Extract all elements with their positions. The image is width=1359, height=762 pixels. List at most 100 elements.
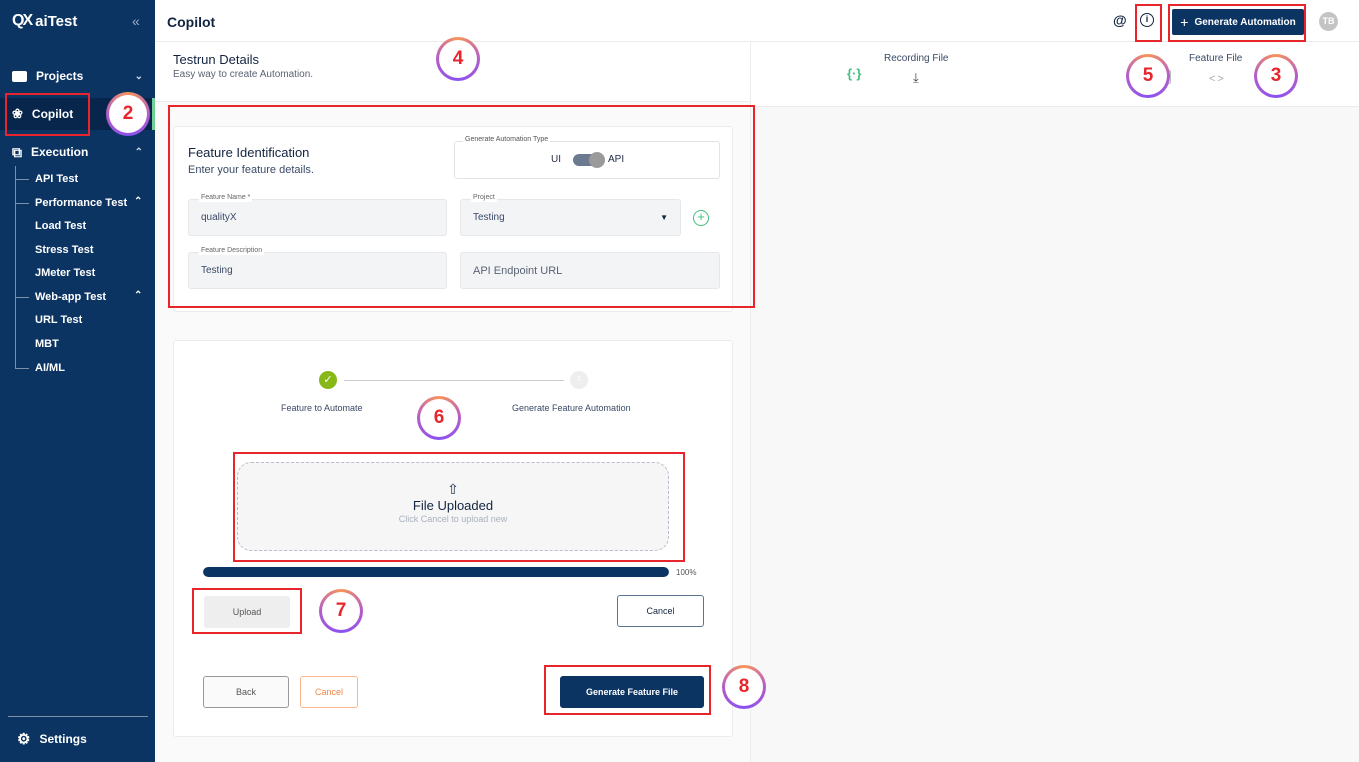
sidebar-item-label: Copilot — [31, 107, 74, 121]
annotation-number: 4 — [439, 40, 477, 78]
cancel-button[interactable]: Cancel — [300, 676, 358, 708]
card-title: Feature Identification — [188, 145, 310, 160]
section-title: Testrun Details — [173, 52, 259, 67]
progress-label: 100% — [676, 568, 697, 577]
feature-identification-card: Feature Identification Enter your featur… — [173, 126, 733, 312]
code-icon[interactable]: <> — [1209, 73, 1226, 85]
sidebar-subitem-load-test[interactable]: Load Test — [35, 220, 86, 232]
sidebar-subitem-url-test[interactable]: URL Test — [35, 314, 82, 326]
annotation-number: 8 — [725, 668, 763, 706]
step-1-label: Feature to Automate — [281, 403, 363, 413]
info-icon[interactable]: i — [1140, 13, 1154, 27]
annotation-badge: 4 — [436, 37, 480, 81]
annotation-badge: 3 — [1254, 54, 1298, 98]
avatar[interactable]: TB — [1319, 12, 1338, 31]
sidebar-item-label: Execution — [31, 145, 89, 159]
sidebar-subitem-performance-test[interactable]: Performance Test — [35, 197, 127, 209]
project-select[interactable]: Project Testing ▼ — [460, 193, 681, 236]
annotation-badge: 7 — [319, 589, 363, 633]
mention-icon[interactable]: @ — [1113, 12, 1127, 28]
top-bar: Copilot @ i + Generate Automation TB — [155, 0, 1359, 42]
field-placeholder: API Endpoint URL — [473, 264, 563, 277]
field-value: Testing — [201, 265, 233, 276]
upload-icon: ⇧ — [447, 481, 459, 497]
step-complete-check-icon: ✓ — [319, 371, 337, 389]
folder-icon — [12, 70, 27, 82]
download-icon[interactable]: ⤓ — [913, 70, 919, 86]
annotation-number: 6 — [420, 399, 458, 437]
sidebar-subitem-stress-test[interactable]: Stress Test — [35, 244, 94, 256]
tree-branch — [15, 297, 29, 298]
tree-branch — [15, 203, 29, 204]
step-2-indicator: 2 — [570, 371, 588, 389]
button-label: Generate Automation — [1194, 16, 1296, 28]
stepper-connector — [344, 380, 564, 381]
upload-progress-bar — [203, 567, 669, 577]
upload-button[interactable]: Upload — [204, 596, 290, 628]
logo-mark-icon: QX — [12, 12, 33, 29]
annotation-number: 7 — [322, 592, 360, 630]
sidebar-subitem-jmeter-test[interactable]: JMeter Test — [35, 267, 95, 279]
annotation-badge: 5 — [1126, 54, 1170, 98]
upload-card: ✓ 2 Feature to Automate Generate Feature… — [173, 340, 733, 737]
annotation-badge: 2 — [106, 92, 150, 136]
section-subtitle: Easy way to create Automation. — [173, 69, 314, 80]
sidebar-subitem-aiml[interactable]: AI/ML — [35, 362, 65, 374]
field-label: Feature Description — [199, 246, 265, 255]
generate-feature-file-button[interactable]: Generate Feature File — [560, 676, 704, 708]
sidebar-subitem-mbt[interactable]: MBT — [35, 338, 59, 350]
feature-description-input[interactable]: Feature Description Testing — [188, 246, 447, 289]
dropzone-title: File Uploaded — [412, 498, 494, 513]
feature-file-label: Feature File — [1189, 53, 1243, 64]
sidebar-subitem-api-test[interactable]: API Test — [35, 173, 78, 185]
recording-file-icon[interactable]: {·} — [847, 66, 861, 81]
api-endpoint-input[interactable]: API Endpoint URL — [460, 252, 720, 289]
chevron-down-icon: ⌄ — [134, 70, 143, 82]
chevron-up-icon[interactable]: ⌃ — [134, 290, 142, 301]
toggle-right-label: API — [608, 154, 625, 165]
annotation-number: 3 — [1257, 57, 1295, 95]
automation-type-toggle[interactable] — [573, 152, 605, 168]
page-title: Copilot — [167, 14, 216, 30]
caret-down-icon: ▼ — [660, 213, 668, 222]
collapse-sidebar-icon[interactable]: « — [132, 13, 140, 29]
add-project-icon[interactable]: + — [693, 210, 709, 226]
field-label: Project — [471, 193, 497, 202]
step-2-label: Generate Feature Automation — [512, 403, 631, 413]
automation-type-group: Generate Automation Type UI API — [454, 136, 720, 179]
cancel-upload-button[interactable]: Cancel — [617, 595, 704, 627]
annotation-badge: 6 — [417, 396, 461, 440]
file-dropzone[interactable]: ⇧ File Uploaded Click Cancel to upload n… — [237, 462, 669, 551]
sidebar-item-label: Projects — [36, 69, 84, 83]
field-label: Generate Automation Type — [463, 136, 551, 143]
tree-branch — [15, 179, 29, 180]
plus-icon: + — [1180, 14, 1189, 30]
field-label: Feature Name * — [199, 193, 253, 202]
app-logo[interactable]: QX aiTest — [12, 12, 77, 30]
dropzone-hint: Click Cancel to upload new — [398, 514, 508, 524]
gear-icon: ⚙ — [17, 731, 31, 748]
sidebar-divider — [8, 716, 148, 717]
annotation-number: 2 — [109, 95, 147, 133]
tree-branch — [15, 368, 29, 369]
card-subtitle: Enter your feature details. — [188, 164, 314, 176]
field-value: Testing — [473, 212, 505, 223]
toggle-knob — [589, 152, 605, 168]
sidebar-item-projects[interactable]: Projects ⌄ — [0, 60, 155, 92]
back-button[interactable]: Back — [203, 676, 289, 708]
external-link-icon: ⧉ — [12, 143, 22, 160]
sidebar-subitem-webapp-test[interactable]: Web-app Test — [35, 291, 106, 303]
sidebar-item-settings[interactable]: ⚙ Settings — [17, 730, 87, 748]
feature-name-input[interactable]: Feature Name * qualityX — [188, 193, 447, 236]
progress-fill — [203, 567, 669, 577]
sidebar-item-execution[interactable]: ⧉ Execution ⌃ — [0, 136, 155, 168]
recording-file-label: Recording File — [884, 53, 949, 64]
annotation-number: 5 — [1129, 57, 1167, 95]
toggle-left-label: UI — [551, 154, 561, 165]
annotation-badge: 8 — [722, 665, 766, 709]
chevron-up-icon[interactable]: ⌃ — [134, 196, 142, 207]
field-value: qualityX — [201, 212, 237, 223]
generate-automation-button[interactable]: + Generate Automation — [1172, 9, 1304, 35]
copilot-icon: ❀ — [12, 106, 23, 121]
right-pane: {·} Recording File ⤓ Feature File <> — [750, 42, 1359, 762]
